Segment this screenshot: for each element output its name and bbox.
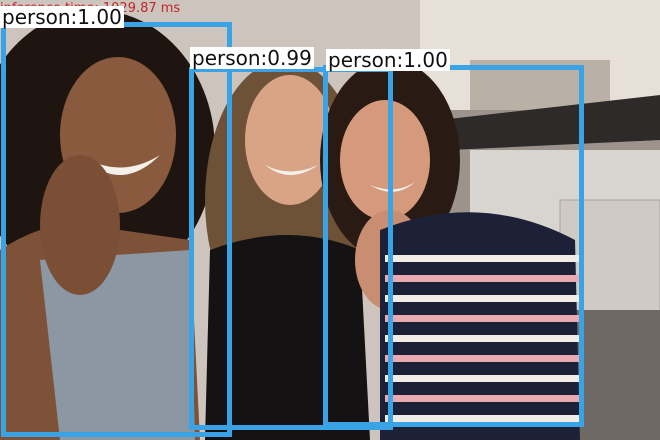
detection-label-3: person:1.00: [326, 48, 450, 72]
detection-image: inference time: 1029.87 ms person:1.00 p…: [0, 0, 660, 440]
detection-label-2: person:0.99: [190, 46, 314, 70]
detection-box-3: [323, 65, 584, 427]
detection-label-1: person:1.00: [0, 5, 124, 29]
